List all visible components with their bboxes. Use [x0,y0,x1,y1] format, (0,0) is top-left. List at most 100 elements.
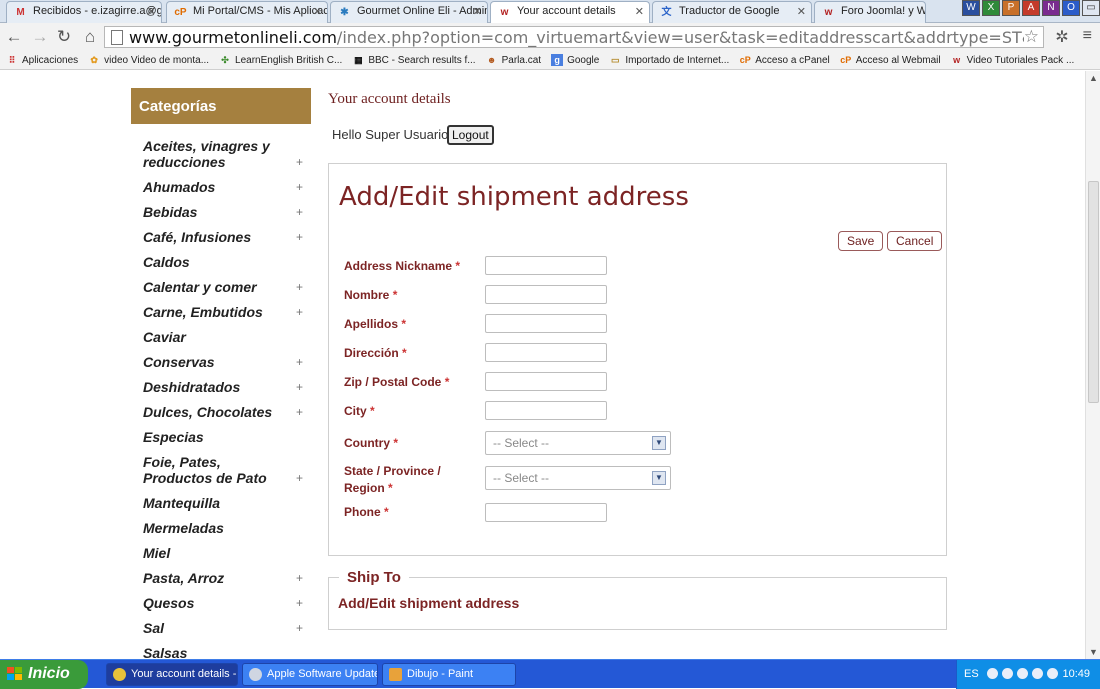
expand-plus-icon[interactable]: + [296,154,303,170]
outlook-icon[interactable]: O [1062,0,1080,16]
task-your-account[interactable]: Your account details -... [106,663,238,686]
page-scrollbar[interactable]: ▲ ▼ [1085,71,1100,659]
scrollbar-thumb[interactable] [1088,181,1099,403]
category-ahumados[interactable]: Ahumados + [143,179,311,195]
volume-icon[interactable] [1017,668,1028,679]
bookmark-google[interactable]: g Google [551,54,599,66]
tab-your-account[interactable]: w Your account details ✕ [490,1,650,24]
zip-input[interactable] [485,372,607,391]
bookmark-bbc[interactable]: ▦ BBC - Search results f... [352,54,476,66]
close-icon[interactable]: ✕ [473,5,482,18]
expand-plus-icon[interactable]: + [296,279,303,295]
tab-mi-portal[interactable]: cP Mi Portal/CMS - Mis Aplicacio ✕ [166,1,328,23]
direccion-input[interactable] [485,343,607,362]
category-deshidratados[interactable]: Deshidratados + [143,379,311,395]
category-caldos[interactable]: Caldos [143,254,311,270]
onenote-icon[interactable]: N [1042,0,1060,16]
expand-plus-icon[interactable]: + [296,620,303,636]
powerpoint-icon[interactable]: P [1002,0,1020,16]
category-miel[interactable]: Miel [143,545,311,561]
bookmark-video[interactable]: ✿ video Video de monta... [88,54,209,66]
category-bebidas[interactable]: Bebidas + [143,204,311,220]
expand-plus-icon[interactable]: + [296,204,303,220]
category-calentar[interactable]: Calentar y comer + [143,279,311,295]
back-icon[interactable]: ← [4,27,24,47]
close-icon[interactable]: ✕ [635,5,644,18]
category-mantequilla[interactable]: Mantequilla [143,495,311,511]
start-button[interactable]: Inicio [0,660,88,689]
expand-plus-icon[interactable]: + [296,404,303,420]
category-pasta[interactable]: Pasta, Arroz + [143,570,311,586]
close-icon[interactable]: ✕ [313,5,322,18]
expand-plus-icon[interactable]: + [296,354,303,370]
update-icon[interactable] [1047,668,1058,679]
state-select[interactable]: -- Select -- ▼ [485,466,671,490]
expand-plus-icon[interactable]: + [296,379,303,395]
expand-plus-icon[interactable]: + [296,179,303,195]
home-icon[interactable]: ⌂ [80,27,100,47]
access-icon[interactable]: A [1022,0,1040,16]
forward-icon[interactable]: → [30,27,50,47]
close-icon[interactable]: ✕ [147,5,156,18]
network-icon[interactable] [1002,668,1013,679]
scroll-up-icon[interactable]: ▲ [1086,73,1100,83]
tab-traductor[interactable]: 文 Traductor de Google ✕ [652,1,812,23]
bookmark-cpanel[interactable]: cP Acceso a cPanel [739,54,830,66]
tray-arrow-icon[interactable] [987,668,998,679]
edit-shipment-address-link[interactable]: Add/Edit shipment address [338,595,519,611]
save-button[interactable]: Save [838,231,884,251]
task-paint[interactable]: Dibujo - Paint [382,663,516,686]
category-especias[interactable]: Especias [143,429,311,445]
reload-icon[interactable]: ↻ [54,27,74,47]
expand-plus-icon[interactable]: + [296,229,303,245]
category-mermeladas[interactable]: Mermeladas [143,520,311,536]
tab-gourmet-admin[interactable]: ✱ Gourmet Online Eli - Adminis ✕ [330,1,488,23]
word-icon[interactable]: W [962,0,980,16]
category-salsas[interactable]: Salsas [143,645,311,659]
category-cafe[interactable]: Café, Infusiones + [143,229,311,245]
bookmark-webmail[interactable]: cP Acceso al Webmail [840,54,940,66]
expand-plus-icon[interactable]: + [296,570,303,586]
task-apple-update[interactable]: Apple Software Update [242,663,378,686]
language-indicator[interactable]: ES [964,668,979,680]
bookmark-importado[interactable]: ▭ Importado de Internet... [609,54,729,66]
bookmark-star-icon[interactable]: ☆ [1024,27,1039,47]
dropdown-arrow-icon[interactable]: ▼ [652,471,666,485]
minimize-icon[interactable]: ▭ [1082,0,1100,16]
address-nickname-input[interactable] [485,256,607,275]
expand-plus-icon[interactable]: + [296,470,303,486]
nombre-input[interactable] [485,285,607,304]
bookmark-parla[interactable]: ☻ Parla.cat [486,54,541,66]
apellidos-input[interactable] [485,314,607,333]
category-conservas[interactable]: Conservas + [143,354,311,370]
extension-bug-icon[interactable]: ✲ [1055,27,1068,47]
category-carne[interactable]: Carne, Embutidos + [143,304,311,320]
category-aceites[interactable]: Aceites, vinagres y reducciones + [143,138,311,170]
dropdown-arrow-icon[interactable]: ▼ [652,436,666,450]
close-icon[interactable]: ✕ [797,5,806,18]
cancel-button[interactable]: Cancel [887,231,943,251]
tab-foro-joomla[interactable]: w Foro Joomla! y Wo [814,1,926,23]
country-select[interactable]: -- Select -- ▼ [485,431,671,455]
bookmark-aplicaciones[interactable]: ⠿ Aplicaciones [6,54,78,66]
bookmark-learnenglish[interactable]: ✣ LearnEnglish British C... [219,54,342,66]
url-text[interactable]: www.gourmetonlineli.com/index.php?option… [129,28,1024,47]
category-caviar[interactable]: Caviar [143,329,311,345]
excel-icon[interactable]: X [982,0,1000,16]
expand-plus-icon[interactable]: + [296,595,303,611]
category-label: Carne, Embutidos [143,304,263,320]
phone-input[interactable] [485,503,607,522]
security-icon[interactable] [1032,668,1043,679]
category-quesos[interactable]: Quesos + [143,595,311,611]
expand-plus-icon[interactable]: + [296,304,303,320]
address-bar[interactable]: www.gourmetonlineli.com/index.php?option… [104,26,1044,48]
menu-icon[interactable]: ≡ [1083,27,1092,47]
scroll-down-icon[interactable]: ▼ [1086,647,1100,657]
category-dulces[interactable]: Dulces, Chocolates + [143,404,311,420]
bookmark-video-tutoriales[interactable]: w Video Tutoriales Pack ... [951,54,1074,66]
category-foie[interactable]: Foie, Pates, Productos de Pato + [143,454,311,486]
logout-button[interactable]: Logout [447,125,494,145]
tab-gmail[interactable]: M Recibidos - e.izagirre.a@gm ✕ [6,1,162,23]
category-sal[interactable]: Sal + [143,620,311,636]
city-input[interactable] [485,401,607,420]
